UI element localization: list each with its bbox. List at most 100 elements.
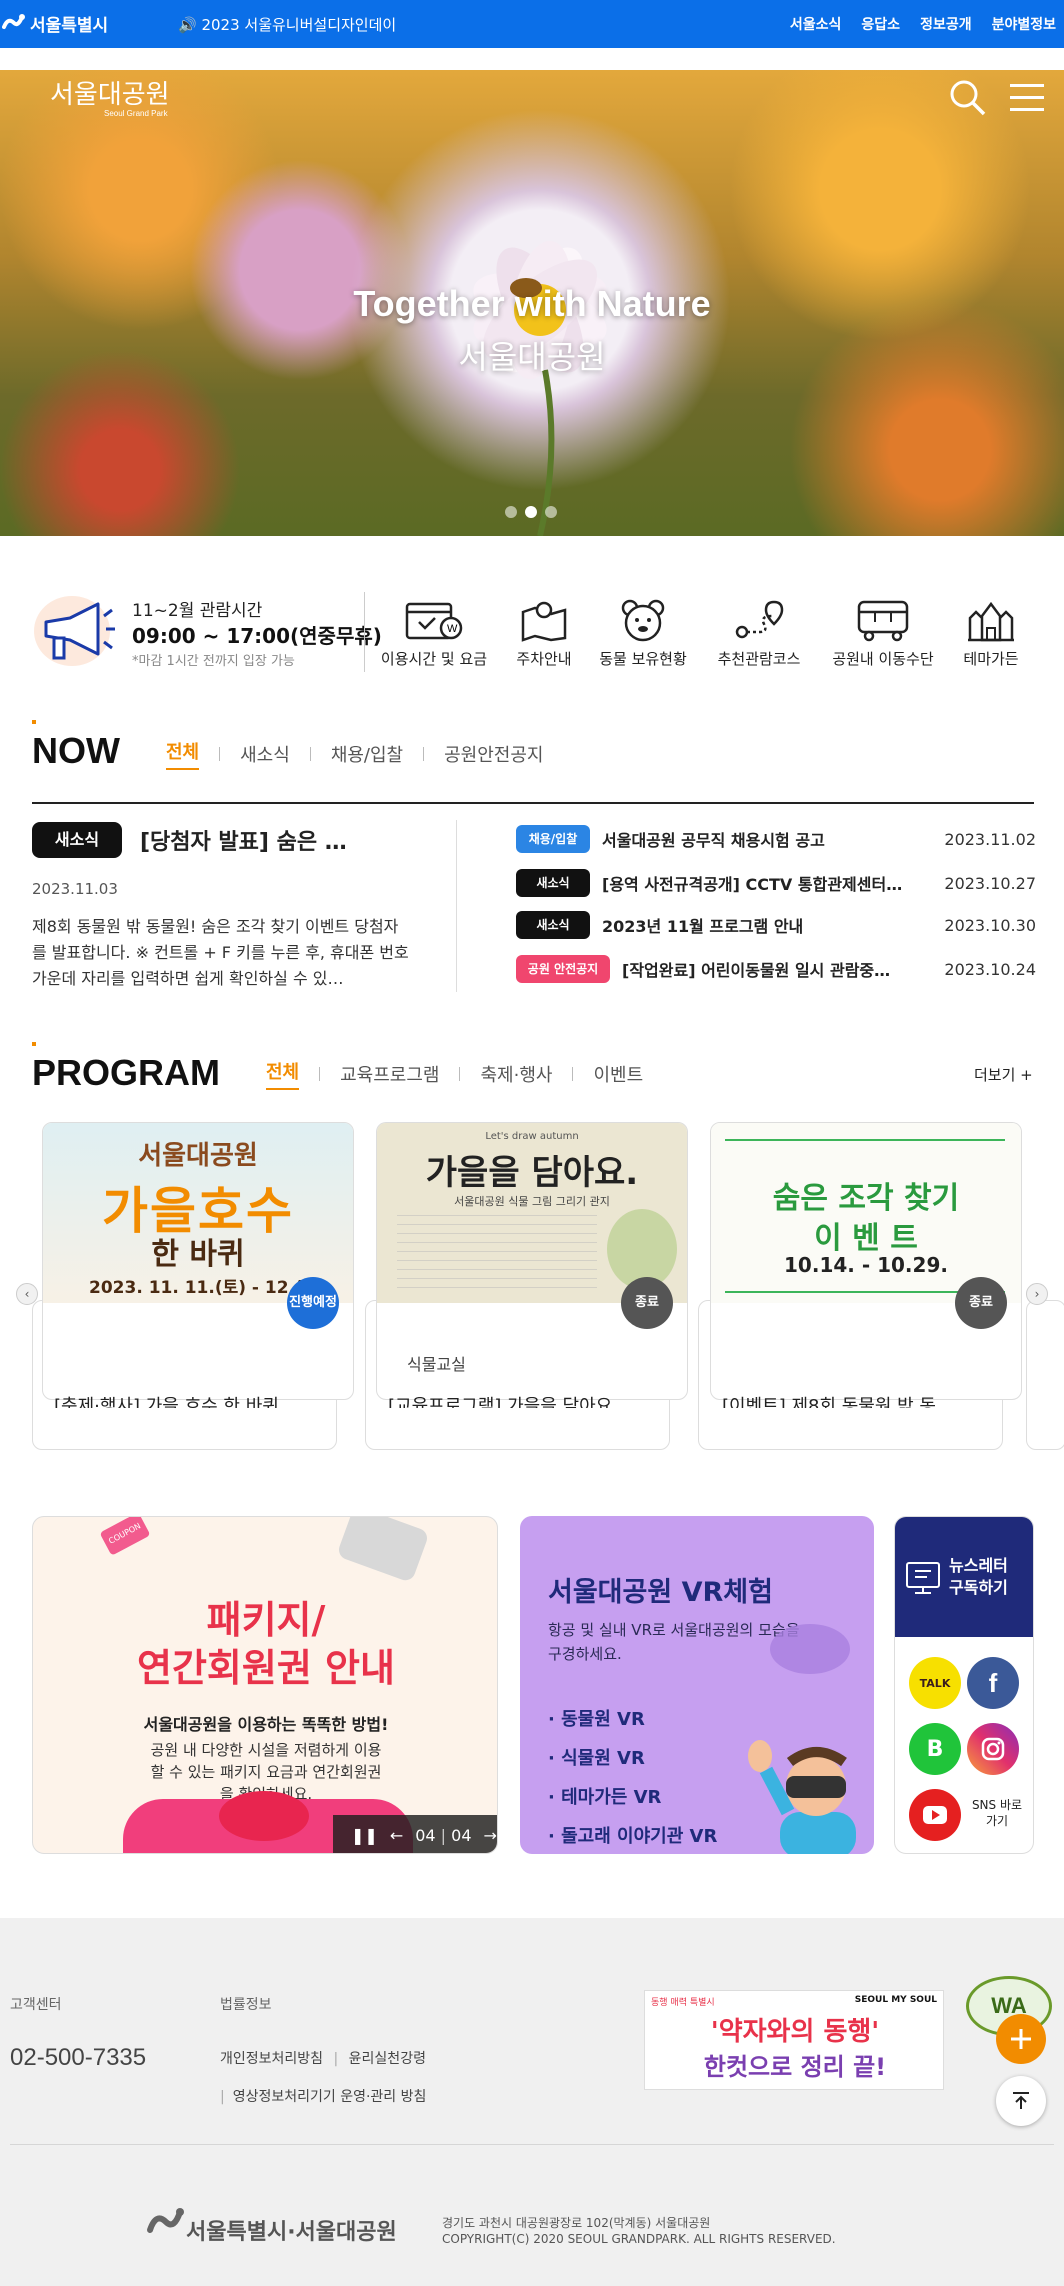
instagram-icon[interactable] xyxy=(967,1723,1019,1775)
item-date: 2023.11.02 xyxy=(944,829,1036,849)
program-tab-event[interactable]: 이벤트 xyxy=(593,1061,643,1087)
now-featured[interactable]: 새소식 [당첨자 발표] 숨은 … 2023.11.03 제8회 동물원 밖 동… xyxy=(32,822,452,992)
quick-courses[interactable]: 추천관람코스 xyxy=(712,598,806,669)
hours-time: 09:00 ~ 17:00(연중무휴) xyxy=(132,624,382,648)
ethics-code-link[interactable]: 윤리실천강령 xyxy=(349,2051,426,2067)
footer-divider xyxy=(10,2144,1054,2145)
program-tab-all[interactable]: 전체 xyxy=(266,1058,300,1090)
vr-item-botanical[interactable]: · 식물원 VR xyxy=(548,1739,717,1778)
search-icon[interactable] xyxy=(948,78,988,122)
speaker-icon: 🔊 xyxy=(178,16,197,34)
hamburger-menu-icon[interactable] xyxy=(1010,78,1046,122)
youtube-icon[interactable] xyxy=(909,1789,961,1841)
item-badge: 새소식 xyxy=(516,869,590,897)
now-tab-recruit[interactable]: 채용/입찰 xyxy=(331,741,403,767)
vr-item-dolphin[interactable]: · 돌고래 이야기관 VR xyxy=(548,1817,717,1854)
privacy-policy-link[interactable]: 개인정보처리방침 xyxy=(220,2051,323,2067)
link-info-disclosure[interactable]: 정보공개 xyxy=(920,14,972,34)
package-banner[interactable]: COUPON 패키지/ 연간회원권 안내 서울대공원을 이용하는 똑똑한 방법!… xyxy=(32,1516,498,1854)
site-logo[interactable]: 서울대공원 Seoul Grand Park xyxy=(50,74,170,118)
quick-label: 공원내 이동수단 xyxy=(832,650,934,668)
vr-item-theme-garden[interactable]: · 테마가든 VR xyxy=(548,1778,717,1817)
hours-label: 11~2월 관람시간 xyxy=(132,601,263,621)
dongheng-banner[interactable]: 동행 매력 특별시 SEOUL MY SOUL '약자와의 동행' 한컷으로 정… xyxy=(644,1990,944,2090)
vr-title: 서울대공원 VR체험 xyxy=(548,1577,773,1608)
banner-controls: ❚❚ ← 04 | 04 → xyxy=(333,1815,497,1853)
carousel-next-arrow-icon[interactable]: › xyxy=(1026,1283,1048,1305)
newsletter-button[interactable]: 뉴스레터 구독하기 xyxy=(895,1517,1033,1637)
quick-transport[interactable]: 공원내 이동수단 xyxy=(824,598,942,669)
notice-ticker[interactable]: 🔊 2023 서울유니버설디자인데이 xyxy=(178,14,396,35)
item-title: [용역 사전규격공개] CCTV 통합관제센터… xyxy=(602,875,903,894)
quick-parking[interactable]: 주차안내 xyxy=(508,598,580,669)
now-list-item[interactable]: 새소식 [용역 사전규격공개] CCTV 통합관제센터… 2023.10.27 xyxy=(516,868,1036,898)
program-tab-education[interactable]: 교육프로그램 xyxy=(340,1061,439,1087)
banner-top: 동행 매력 특별시 xyxy=(651,1998,715,2008)
link-eungdapso[interactable]: 응답소 xyxy=(861,14,900,34)
blog-icon[interactable]: B xyxy=(909,1723,961,1775)
slide-current: 04 xyxy=(415,1825,436,1845)
banner-brand: SEOUL MY SOUL xyxy=(854,1995,937,2005)
calendar-money-icon: W xyxy=(405,602,463,640)
quick-label: 테마가든 xyxy=(963,650,1019,668)
item-badge: 공원 안전공지 xyxy=(516,955,610,983)
cs-phone[interactable]: 02-500-7335 xyxy=(10,2044,146,2072)
cctv-policy-link[interactable]: 영상정보처리기기 운영·관리 방침 xyxy=(233,2089,427,2105)
card-title[interactable]: [교육프로그램] 가을을 담아요 xyxy=(388,1392,658,1408)
next-arrow-icon[interactable]: → xyxy=(484,1826,497,1845)
now-list-item[interactable]: 새소식 2023년 11월 프로그램 안내 2023.10.30 xyxy=(516,910,1036,940)
program-tab-festival[interactable]: 축제·행사 xyxy=(480,1061,552,1087)
slide-dot-1[interactable] xyxy=(505,506,517,518)
now-list-item[interactable]: 공원 안전공지 [작업완료] 어린이동물원 일시 관람중… 2023.10.24 xyxy=(516,954,1036,984)
facebook-icon[interactable]: f xyxy=(967,1657,1019,1709)
gift-icon xyxy=(336,1517,430,1584)
hours-note: *마감 1시간 전까지 입장 가능 xyxy=(132,654,295,669)
pause-icon[interactable]: ❚❚ xyxy=(351,1826,378,1845)
sns-label[interactable]: SNS 바로가기 xyxy=(969,1797,1025,1829)
hero-title: Together with Nature xyxy=(353,283,711,324)
poster-sub: 한 바퀴 xyxy=(151,1237,245,1272)
quick-animals[interactable]: 동물 보유현황 xyxy=(592,598,694,669)
vr-item-zoo[interactable]: · 동물원 VR xyxy=(548,1700,717,1739)
now-accent xyxy=(32,720,36,724)
newsletter-label: 뉴스레터 구독하기 xyxy=(949,1556,1008,1597)
program-card[interactable]: Let's draw autumn 가을을 담아요. 서울대공원 식물 그림 그… xyxy=(376,1122,688,1400)
top-bar: 서울특별시 🔊 2023 서울유니버설디자인데이 서울소식 응답소 정보공개 분… xyxy=(0,0,1064,48)
package-title-2: 연간회원권 안내 xyxy=(137,1646,395,1690)
newsletter-icon xyxy=(906,1562,940,1594)
kakao-icon[interactable]: TALK xyxy=(909,1657,961,1709)
now-divider xyxy=(32,802,1034,804)
quick-theme-garden[interactable]: 테마가든 xyxy=(956,598,1026,669)
seoul-brand-link[interactable]: 서울특별시 xyxy=(2,11,108,36)
item-badge: 새소식 xyxy=(516,911,590,939)
seoul-brand-text: 서울특별시 xyxy=(30,16,109,36)
poster-sub: 서울대공원 식물 그림 그리기 관지 xyxy=(454,1195,610,1208)
link-field-info[interactable]: 분야별정보 xyxy=(992,14,1056,34)
program-tabs: 전체 교육프로그램 축제·행사 이벤트 xyxy=(266,1058,643,1090)
now-tab-all[interactable]: 전체 xyxy=(166,738,200,770)
map-pin-icon xyxy=(521,601,567,642)
now-tab-news[interactable]: 새소식 xyxy=(240,741,290,767)
quick-hours-fees[interactable]: W 이용시간 및 요금 xyxy=(376,598,492,669)
slide-dot-3[interactable] xyxy=(545,506,557,518)
program-card-back xyxy=(1026,1300,1064,1450)
vr-banner[interactable]: 서울대공원 VR체험 항공 및 실내 VR로 서울대공원의 모습을 구경하세요.… xyxy=(520,1516,874,1854)
card-title[interactable]: [이벤트] 제8회 동물원 밖 동… xyxy=(722,1392,992,1408)
plus-fab-icon[interactable] xyxy=(996,2014,1046,2064)
footer-copyright: COPYRIGHT(C) 2020 SEOUL GRANDPARK. ALL R… xyxy=(442,2232,836,2246)
program-more-link[interactable]: 더보기 + xyxy=(974,1064,1033,1085)
poster-top: Let's draw autumn xyxy=(485,1131,579,1142)
program-card[interactable]: 숨은 조각 찾기 이 벤 트 10.14. - 10.29. 종료 xyxy=(710,1122,1022,1400)
carousel-prev-arrow-icon[interactable]: ‹ xyxy=(16,1283,38,1305)
route-icon xyxy=(735,600,784,639)
item-date: 2023.10.27 xyxy=(944,873,1036,893)
prev-arrow-icon[interactable]: ← xyxy=(390,1826,403,1845)
now-list-item[interactable]: 채용/입찰 서울대공원 공무직 채용시험 공고 2023.11.02 xyxy=(516,824,1036,854)
link-seoul-news[interactable]: 서울소식 xyxy=(790,14,842,34)
program-card[interactable]: 서울대공원 가을호수 한 바퀴 2023. 11. 11.(토) - 12.(일… xyxy=(42,1122,354,1400)
now-tab-safety[interactable]: 공원안전공지 xyxy=(444,741,543,767)
vr-item-label: 테마가든 VR xyxy=(561,1787,662,1808)
card-title[interactable]: [축제·행사] 가을 호수 한 바퀴 xyxy=(54,1392,324,1408)
slide-dot-2[interactable] xyxy=(525,506,537,518)
scroll-top-icon[interactable] xyxy=(996,2076,1046,2126)
